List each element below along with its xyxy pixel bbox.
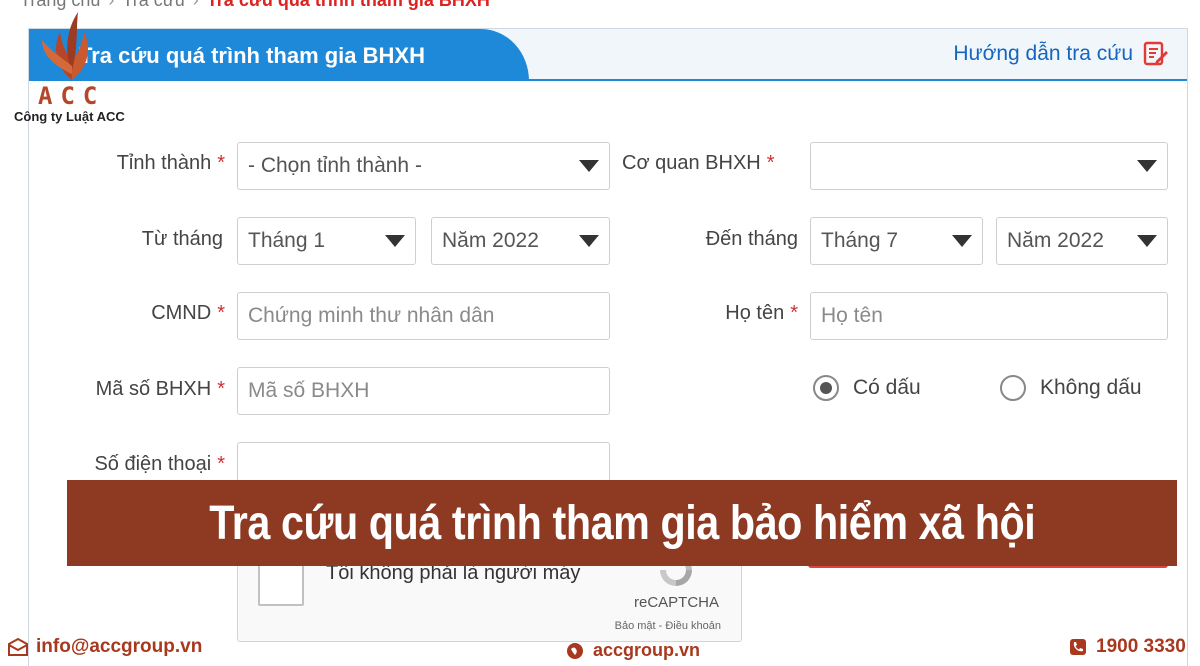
title-banner: Tra cứu quá trình tham gia bảo hiểm xã h… <box>67 480 1177 566</box>
to-year-select[interactable]: Năm 2022 <box>996 217 1168 265</box>
chevron-down-icon <box>952 235 972 247</box>
province-select[interactable]: - Chọn tỉnh thành - <box>237 142 610 190</box>
radio-unchecked-icon <box>1000 375 1026 401</box>
logo-text: ACC <box>38 82 106 110</box>
id-label: CMND * <box>151 302 225 324</box>
from-year-select[interactable]: Năm 2022 <box>431 217 610 265</box>
from-month-label: Từ tháng <box>141 228 223 250</box>
edit-note-icon <box>1143 41 1168 66</box>
guide-label: Hướng dẫn tra cứu <box>953 42 1133 65</box>
insurance-code-label: Mã số BHXH * <box>95 378 225 400</box>
acc-logo: ACC Công ty Luật ACC <box>8 10 138 125</box>
chevron-down-icon <box>385 235 405 247</box>
chevron-down-icon <box>1137 235 1157 247</box>
phone-icon <box>1070 639 1086 655</box>
to-month-select[interactable]: Tháng 7 <box>810 217 983 265</box>
globe-icon <box>567 642 583 659</box>
full-name-input[interactable]: Họ tên <box>810 292 1168 340</box>
breadcrumb-current: Tra cứu quá trình tham gia BHXH <box>206 0 490 10</box>
insurance-code-input[interactable]: Mã số BHXH <box>237 367 610 415</box>
from-month-select[interactable]: Tháng 1 <box>237 217 416 265</box>
footer-phone[interactable]: 1900 3330 <box>1068 636 1186 658</box>
breadcrumb-home[interactable]: Trang chủ <box>20 0 100 10</box>
chevron-down-icon <box>579 235 599 247</box>
agency-label: Cơ quan BHXH * <box>622 152 775 174</box>
chevron-down-icon <box>579 160 599 172</box>
phone-label: Số điện thoại * <box>94 453 225 475</box>
no-accent-radio[interactable]: Không dấu <box>1000 375 1142 401</box>
banner-text: Tra cứu quá trình tham gia bảo hiểm xã h… <box>208 496 1036 550</box>
chevron-down-icon <box>1137 160 1157 172</box>
mail-icon <box>8 638 28 656</box>
footer-email[interactable]: info@accgroup.vn <box>8 636 202 658</box>
province-label: Tỉnh thành * <box>116 152 225 174</box>
logo-subtitle: Công ty Luật ACC <box>14 109 125 124</box>
breadcrumb-lookup[interactable]: Tra cứu <box>122 0 184 10</box>
captcha-links[interactable]: Bảo mật - Điều khoản <box>615 620 721 632</box>
footer-website[interactable]: accgroup.vn <box>565 640 700 661</box>
name-label: Họ tên * <box>725 302 798 324</box>
radio-checked-icon <box>813 375 839 401</box>
accent-radio[interactable]: Có dấu <box>813 375 921 401</box>
to-month-label: Đến tháng <box>705 228 798 250</box>
lookup-guide-link[interactable]: Hướng dẫn tra cứu <box>953 41 1169 67</box>
flame-leaf-icon <box>42 12 88 80</box>
captcha-checkbox[interactable] <box>258 564 304 606</box>
agency-select[interactable] <box>810 142 1168 190</box>
captcha-brand: reCAPTCHA <box>633 594 719 611</box>
panel-header: Tra cứu quá trình tham gia BHXH Hướng dẫ… <box>29 29 1187 81</box>
id-number-input[interactable]: Chứng minh thư nhân dân <box>237 292 610 340</box>
